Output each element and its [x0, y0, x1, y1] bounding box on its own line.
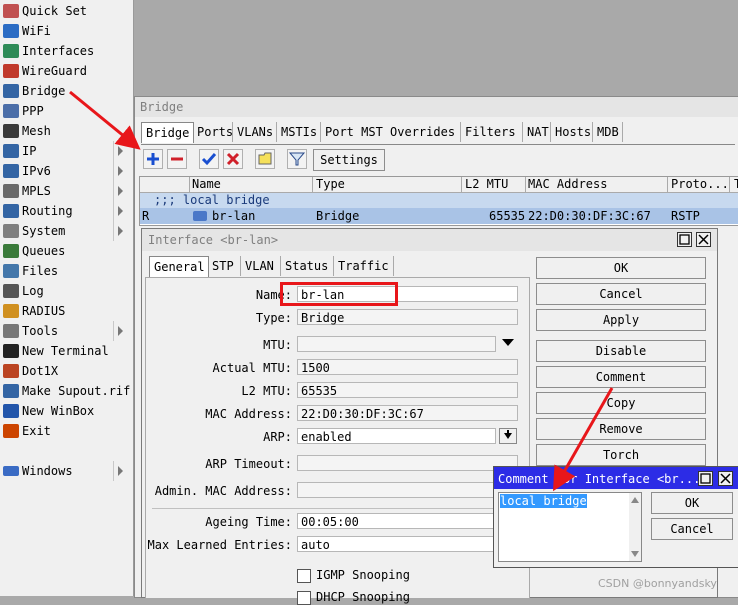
arrow-to-add-button — [69, 90, 141, 150]
arrow-to-comment-window — [553, 387, 614, 492]
watermark: CSDN @bonnyandsky — [598, 577, 717, 590]
annotation-arrows — [69, 90, 614, 492]
